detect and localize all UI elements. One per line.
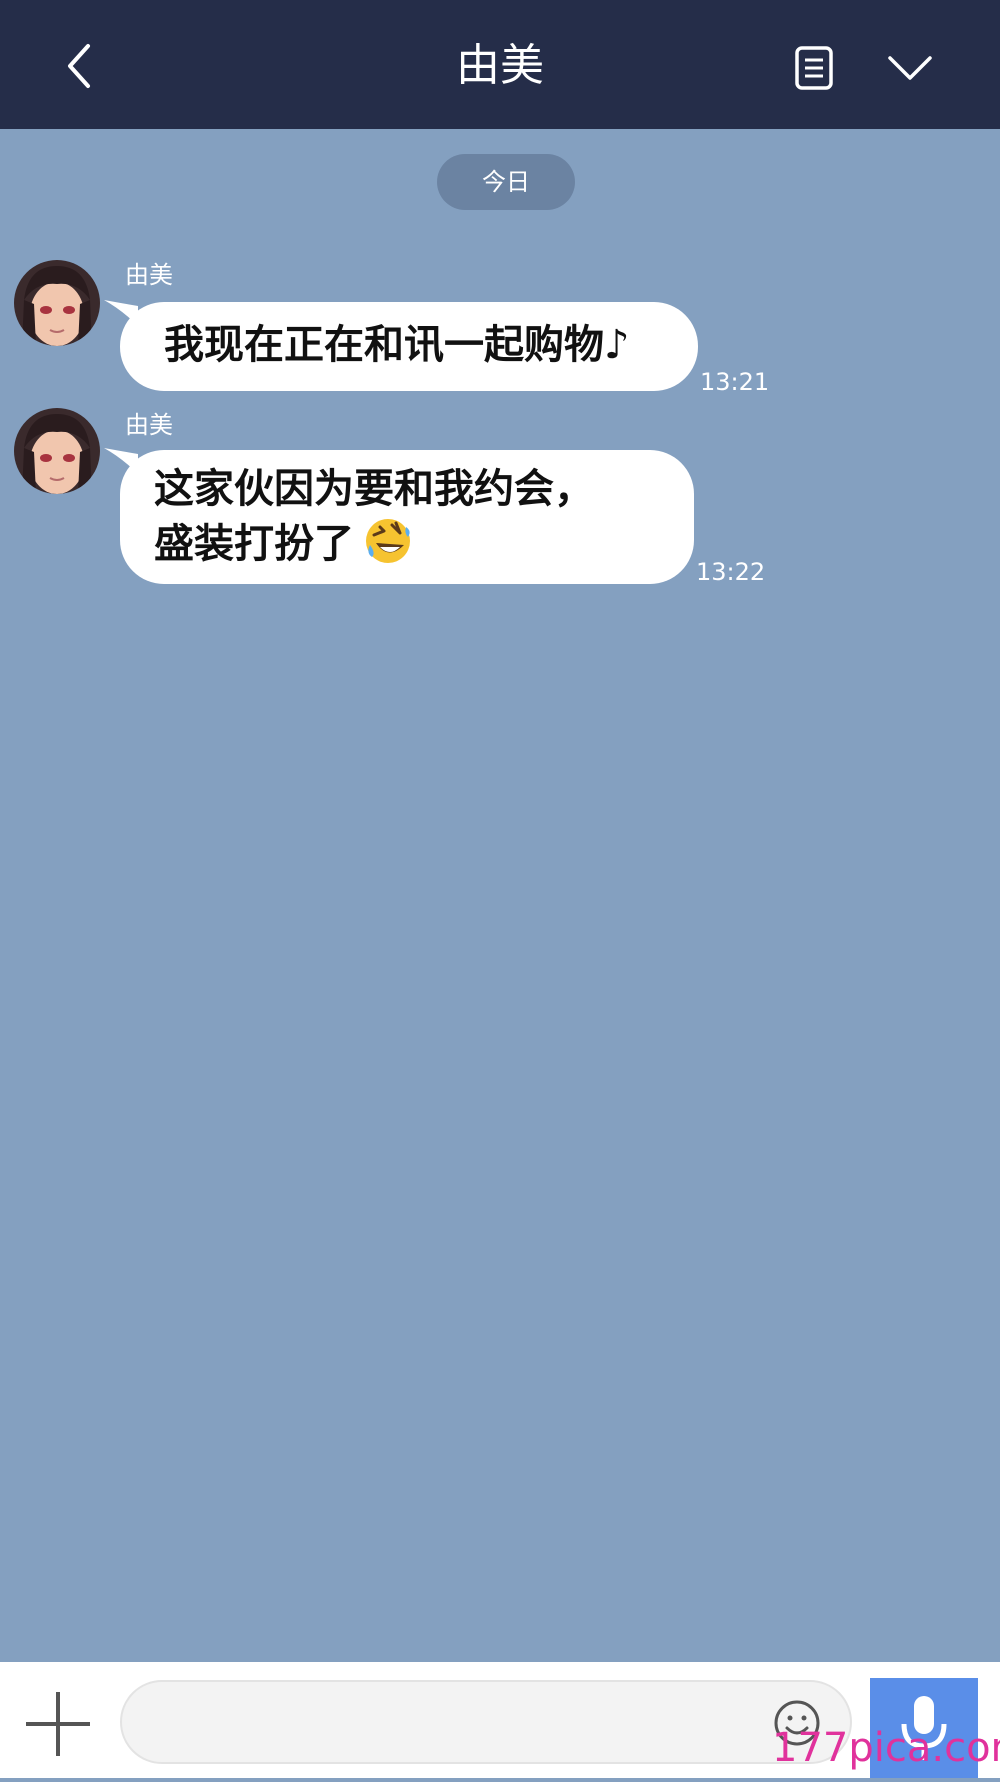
chat-header: 由美 [0,0,1000,129]
avatar[interactable] [14,260,100,346]
message-bubble[interactable]: 这家伙因为要和我约会， 盛装打扮了 [120,450,694,584]
message-text: 我现在正在和讯一起购物♪ [164,322,630,368]
message-text: 盛装打扮了 [154,521,354,567]
message-time: 13:21 [700,368,770,396]
message-time: 13:22 [696,558,766,586]
watermark: 177pica.com [772,1725,1000,1771]
message-input[interactable] [120,1680,852,1764]
notes-button[interactable] [790,44,838,92]
date-separator: 今日 [437,154,575,210]
message-text-line: 这家伙因为要和我约会， [154,466,594,512]
rolling-on-floor-laughing-emoji [366,519,410,563]
menu-button[interactable] [886,50,934,86]
chat-title: 由美 [456,40,544,91]
chevron-down-icon [888,56,932,80]
avatar[interactable] [14,408,100,494]
message-text-line-with-emoji: 盛装打扮了 [154,517,694,572]
sender-name: 由美 [125,261,173,289]
back-button[interactable] [58,40,102,92]
avatar-image [14,408,100,494]
chevron-left-icon [68,44,90,88]
plus-icon [26,1692,90,1756]
notes-icon [795,46,833,90]
message-bubble[interactable]: 我现在正在和讯一起购物♪ [120,302,698,391]
avatar-image [14,260,100,346]
add-attachment-button[interactable] [24,1690,92,1758]
sender-name: 由美 [125,411,173,439]
